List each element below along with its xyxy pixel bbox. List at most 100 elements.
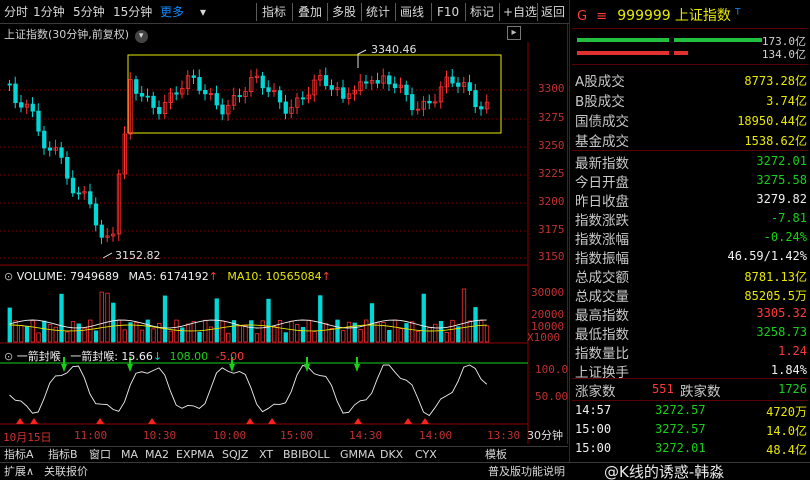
tick-price: 3272.57 (655, 422, 706, 436)
back-button[interactable]: 返回 (541, 4, 565, 21)
indicator-button[interactable]: 指标 (262, 4, 286, 21)
volume-bar (185, 323, 191, 343)
mark-button[interactable]: 标记 (470, 4, 494, 21)
stat-key: 最高指数 (575, 308, 629, 324)
candle-body (174, 92, 179, 95)
sell-signal-marker (246, 418, 254, 424)
help-button[interactable]: 普及版功能说明 (488, 464, 565, 480)
volume-bar (444, 332, 449, 343)
candle-body (283, 101, 288, 114)
stat-value: -0.24% (763, 230, 807, 244)
sell-bar-2 (674, 51, 688, 55)
time-axis-label: 15:00 (280, 429, 314, 442)
multi-stock-button[interactable]: 多股 (332, 4, 356, 21)
volume-bar (254, 333, 260, 343)
indicator-tab[interactable]: XT (259, 447, 273, 463)
turnover-value: 3.74亿 (766, 94, 807, 108)
stat-row: 最低指数 3258.73 (575, 323, 807, 343)
candle-body (13, 83, 18, 104)
collapse-icon[interactable]: ▸ (507, 26, 521, 40)
indicator-tab[interactable]: DKX (380, 447, 403, 463)
related-quote-button[interactable]: 关联报价 (44, 464, 88, 480)
expand-button[interactable]: 扩展∧ (4, 464, 34, 480)
sell-signal-marker (421, 418, 429, 424)
volume-bar (341, 330, 346, 343)
time-axis-label: 10:30 (143, 429, 177, 442)
indicator-name: 一箭封喉 (16, 350, 61, 363)
candle-body (88, 191, 93, 205)
volume-bar (13, 320, 18, 343)
indicator-tab[interactable]: MA2 (145, 447, 169, 463)
volume-bar (220, 320, 225, 343)
candle-body (65, 156, 70, 179)
candle-body (387, 75, 392, 85)
stat-row: 今日开盘 3275.58 (575, 171, 807, 191)
down-label: 跌家数 (680, 384, 721, 400)
indicator-axis-label: 50.00 (535, 390, 569, 403)
candle-body (59, 147, 64, 158)
tab-1min[interactable]: 1分钟 (33, 4, 65, 21)
turnover-row: B股成交 3.74亿 (575, 90, 807, 110)
indicator-tab[interactable]: CYX (415, 447, 437, 463)
tab-5min[interactable]: 5分钟 (73, 4, 105, 21)
tab-15min[interactable]: 15分钟 (113, 4, 152, 21)
header-dropdown-icon[interactable]: ▾ (134, 30, 148, 43)
stat-key: 今日开盘 (575, 175, 629, 191)
indicator-tab[interactable]: GMMA (340, 447, 375, 463)
indicator-tab[interactable]: EXPMA (176, 447, 214, 463)
tab-intraday[interactable]: 分时 (4, 4, 28, 21)
price-axis-label: 3175 (538, 223, 565, 236)
chart-header: 上证指数(30分钟,前复权) ▾ (4, 26, 148, 43)
add-watchlist-button[interactable]: +自选 (503, 4, 537, 21)
volume-bar (283, 332, 288, 343)
candle-body (410, 94, 415, 111)
indicator-tab[interactable]: 指标B (48, 447, 78, 463)
statistics-button[interactable]: 统计 (366, 4, 390, 21)
period-label[interactable]: 30分钟 (527, 427, 563, 443)
volume-bar (323, 323, 329, 343)
buy-signal-arrow (61, 364, 67, 372)
candle-body (139, 93, 145, 97)
up-label: 涨家数 (575, 384, 616, 400)
time-axis-label: 10:00 (213, 429, 247, 442)
volume-bar (116, 319, 122, 343)
volume-bar (203, 319, 208, 343)
candle-body (404, 84, 409, 95)
volume-bar (433, 323, 438, 343)
indicator-tab[interactable]: BBIBOLL (283, 447, 330, 463)
kline-chart-svg[interactable] (0, 24, 568, 444)
more-arrow-icon[interactable]: ▾ (200, 4, 206, 21)
stat-key: 最新指数 (575, 156, 629, 172)
sell-signal-marker (30, 418, 38, 424)
candle-body (7, 83, 12, 86)
volume-bar (289, 320, 294, 343)
volume-bar (479, 320, 484, 343)
tab-more[interactable]: 更多 (160, 4, 184, 21)
quote-name: 上证指数 (674, 8, 731, 24)
volume-bar (369, 303, 375, 343)
volume-bar (300, 327, 306, 343)
price-axis-label: 3225 (538, 167, 565, 180)
volume-bar (295, 324, 300, 343)
volume-dropdown-icon[interactable]: ⊙ (4, 270, 13, 283)
indicator-tab[interactable]: MA (121, 447, 138, 463)
indicator-tab[interactable]: 指标A (4, 447, 34, 463)
volume-bar (450, 319, 455, 343)
candle-body (237, 95, 242, 97)
price-axis-label: 3150 (538, 250, 565, 263)
indicator-tab[interactable]: 窗口 (89, 447, 111, 463)
volume-bar (47, 324, 53, 343)
indicator-dropdown-icon[interactable]: ⊙ (4, 350, 13, 363)
menu-icon[interactable]: ≡ (596, 9, 607, 24)
indicator-tab[interactable]: SQJZ (222, 447, 248, 463)
tick-row: 14:57 3272.57 4720万 (575, 403, 807, 421)
draw-line-button[interactable]: 画线 (400, 4, 424, 21)
stat-row: 总成交额 8781.13亿 (575, 266, 807, 286)
indicator-tab[interactable]: 模板 (485, 447, 507, 463)
indicator-tabs: 指标A 指标B 窗口 MA MA2 EXPMA SQJZ XT BBIBOLL GMMA DKX CY… (0, 446, 568, 462)
f10-button[interactable]: F10 (437, 4, 459, 21)
overlay-button[interactable]: 叠加 (298, 4, 322, 21)
candle-body (479, 106, 484, 110)
stat-row: 总成交量 85205.5万 (575, 285, 807, 305)
stat-key: 昨日收盘 (575, 194, 629, 210)
